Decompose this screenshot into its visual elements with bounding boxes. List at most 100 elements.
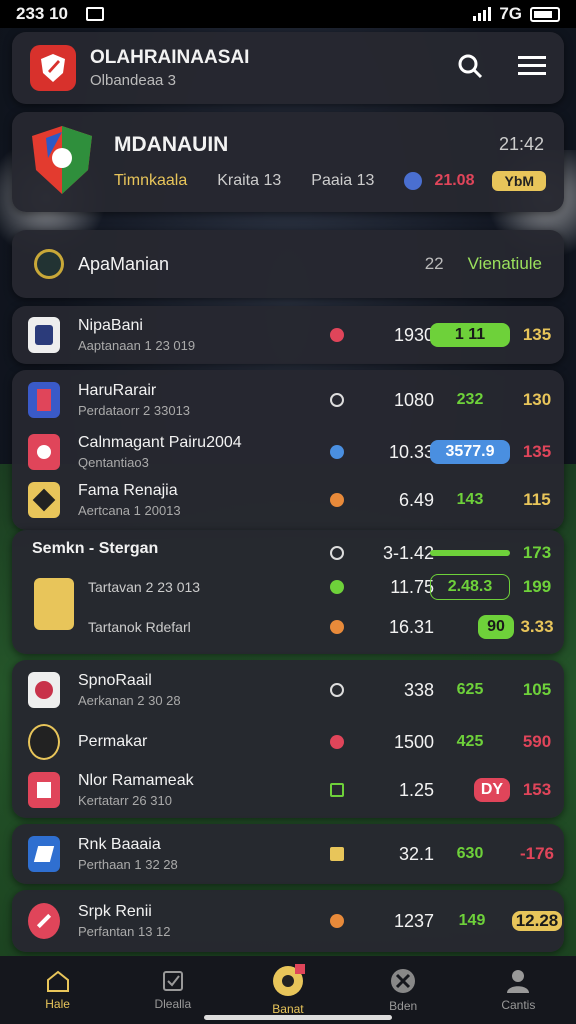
odds-button[interactable]: 143 (430, 488, 510, 512)
list-item[interactable]: 3-1.42 173 (12, 538, 564, 568)
odds-button[interactable]: 3577.9 (430, 440, 510, 464)
status-dot-icon (330, 328, 344, 342)
team-name: Srpk Renii (78, 903, 152, 920)
odds-value[interactable]: 153 (512, 780, 562, 800)
status-dot-icon (330, 735, 344, 749)
match-col-1: Timnkaala (114, 172, 188, 189)
odds-button[interactable]: 625 (430, 678, 510, 702)
list-item[interactable]: SpnoRaail Aerkanan 2 30 28 338 625 105 (12, 670, 564, 710)
list-item[interactable]: Tartavan 2 23 013 11.75 2.48.3 199 (12, 570, 564, 604)
team-value: 1080 (393, 389, 434, 410)
gallery-icon (86, 7, 104, 21)
status-dot-icon (330, 580, 344, 594)
list-item[interactable]: Rnk Baaaia Perthaan 1 32 28 32.1 630 -17… (12, 834, 564, 874)
status-dot-icon (330, 847, 344, 861)
clock-icon (330, 393, 344, 407)
clock-icon (330, 683, 344, 697)
battery-icon (530, 6, 560, 22)
team-value: 6.49 (398, 489, 434, 510)
odds-value[interactable]: 590 (512, 732, 562, 752)
match-group: Srpk Renii Perfantan 13 12 1237 149 12.2… (12, 890, 564, 952)
team-meta: Perfantan 13 12 (78, 924, 171, 939)
team-value: 338 (403, 679, 434, 700)
team-value: 1930 (393, 324, 434, 345)
team-name: Nlor Ramameak (78, 772, 194, 789)
list-item[interactable]: Nlor Ramameak Kertatarr 26 310 1.25 DY 1… (12, 770, 564, 810)
league-section-header[interactable]: ApaManian 22 Vienatiule (12, 230, 564, 298)
app-header: OLAHRAINAASAI Olbandeaa 3 (12, 32, 564, 104)
odds-button[interactable]: 630 (430, 842, 510, 866)
odds-button[interactable]: DY (474, 778, 510, 802)
odds-button[interactable]: 2.48.3 (430, 574, 510, 600)
team-badge-icon (28, 903, 60, 939)
status-dot-icon (330, 445, 344, 459)
team-value: 10.33 (388, 441, 434, 462)
team-badge-icon (28, 434, 60, 470)
menu-icon[interactable] (518, 54, 546, 83)
tab-account[interactable]: Cantis (478, 968, 558, 1012)
search-icon[interactable] (456, 52, 484, 85)
info-icon (404, 172, 423, 190)
section-label: ApaManian (78, 253, 170, 274)
odds-value[interactable]: 3.33 (512, 617, 562, 637)
tab-label: Banat (272, 1002, 304, 1016)
team-badge-icon (28, 772, 60, 808)
odds-value[interactable]: -176 (512, 844, 562, 864)
home-icon (46, 970, 69, 992)
tab-live[interactable]: Bden (363, 967, 443, 1013)
match-score: 21.08 (434, 172, 475, 189)
list-item[interactable]: Tartanok Rdefarl 16.31 90 3.33 (12, 610, 564, 644)
status-dot-icon (330, 493, 344, 507)
match-group: Rnk Baaaia Perthaan 1 32 28 32.1 630 -17… (12, 824, 564, 884)
odds-value[interactable]: 135 (512, 325, 562, 345)
user-icon (507, 970, 530, 993)
tab-home[interactable]: Hale (18, 969, 98, 1011)
team-value: 1.25 (398, 779, 434, 800)
app-subtitle: Olbandeaa 3 (90, 72, 176, 89)
odds-button[interactable]: 149 (442, 909, 502, 933)
bottom-navigation: Hale Dlealla Banat Bden Cantis (0, 956, 576, 1024)
odds-value[interactable]: 173 (512, 543, 562, 563)
tab-tickets[interactable]: Dlealla (133, 969, 213, 1011)
match-group: Semkn - Stergan 3-1.42 173 Tartavan 2 23… (12, 530, 564, 654)
app-title: OLAHRAINAASAI (90, 47, 250, 68)
list-item[interactable]: Srpk Renii Perfantan 13 12 1237 149 12.2… (12, 901, 564, 941)
list-item[interactable]: Fama Renajia Aertcana 1 20013 6.49 143 1… (12, 480, 564, 520)
team-value: 3-1.42 (382, 542, 434, 563)
team-name: Tartavan 2 23 013 (88, 579, 201, 595)
odds-value[interactable]: 12.28 (512, 911, 562, 931)
ball-icon (272, 964, 305, 996)
odds-value[interactable]: 115 (512, 490, 562, 510)
odds-value[interactable]: 199 (512, 577, 562, 597)
list-item[interactable]: Calnmagant Pairu2004 Qentantiao3 10.33 3… (12, 432, 564, 472)
match-group: HaruRarair Perdataorr 2 33013 1080 232 1… (12, 370, 564, 530)
clock-icon (330, 546, 344, 560)
tab-bets[interactable]: Banat (248, 964, 328, 1016)
home-indicator[interactable] (204, 1015, 392, 1020)
odds-button[interactable]: 425 (430, 730, 510, 754)
team-badge-icon (28, 724, 60, 760)
odds-button[interactable]: 1 11 (430, 323, 510, 347)
odds-button[interactable] (430, 550, 510, 556)
list-item[interactable]: HaruRarair Perdataorr 2 33013 1080 232 1… (12, 380, 564, 420)
tab-label: Hale (45, 997, 70, 1011)
view-all-link[interactable]: Vienatiule (468, 254, 542, 274)
match-tag: YbM (492, 171, 547, 191)
match-name: MDANAUIN (114, 133, 229, 156)
featured-match-card[interactable]: MDANAUIN Timnkaala Kraita 13 Paaia 13 21… (12, 112, 564, 212)
team-badge-icon (28, 382, 60, 418)
match-col-2: Kraita 13 (217, 172, 282, 189)
status-bar: 233 10 7G (0, 0, 576, 28)
odds-value[interactable]: 130 (512, 390, 562, 410)
status-dot-icon (330, 914, 344, 928)
odds-value[interactable]: 135 (512, 442, 562, 462)
team-name: NipaBani (78, 317, 143, 334)
odds-value[interactable]: 105 (512, 680, 562, 700)
odds-button[interactable]: 232 (430, 388, 510, 412)
list-item[interactable]: NipaBani Aaptanaan 1 23 019 1930 1 11 13… (12, 317, 564, 353)
odds-button[interactable]: 90 (478, 615, 514, 639)
list-item[interactable]: Permakar 1500 425 590 (12, 722, 564, 762)
match-col-3: Paaia 13 (311, 172, 375, 189)
team-value: 32.1 (398, 843, 434, 864)
team-name: Rnk Baaaia (78, 836, 161, 853)
